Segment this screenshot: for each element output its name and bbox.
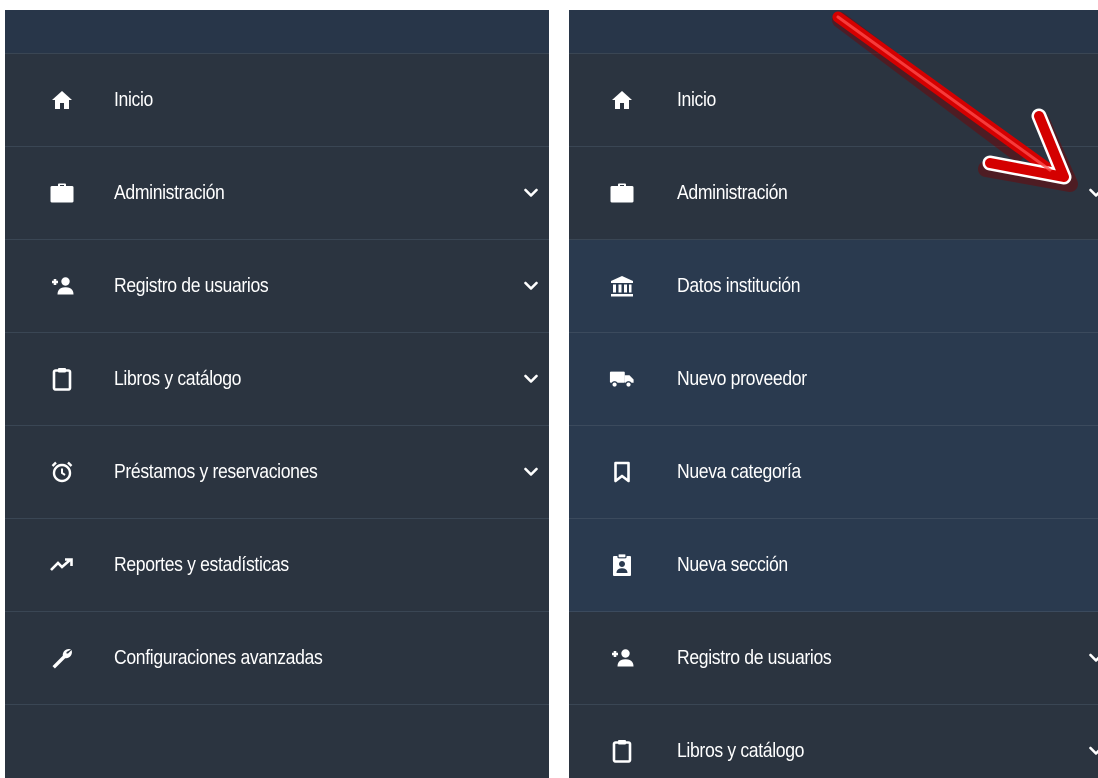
chevron-down-icon[interactable] bbox=[1088, 743, 1098, 759]
sidebar-item-reportes-estadisticas[interactable]: Reportes y estadísticas bbox=[5, 519, 549, 612]
chevron-down-icon[interactable] bbox=[523, 278, 539, 294]
clipboard-icon bbox=[49, 366, 75, 392]
sidebar-header bbox=[5, 10, 549, 54]
sidebar-item-label: Administración bbox=[114, 181, 225, 204]
submenu-item-label: Datos institución bbox=[677, 274, 801, 297]
add-user-icon bbox=[49, 273, 75, 299]
add-user-icon bbox=[609, 645, 635, 671]
sidebar-item-inicio[interactable]: Inicio bbox=[569, 54, 1098, 147]
sidebar-collapsed: Inicio Administración Registro de usuari… bbox=[5, 10, 549, 778]
truck-icon bbox=[609, 366, 635, 392]
submenu-item-nueva-seccion[interactable]: Nueva sección bbox=[569, 519, 1098, 612]
submenu-item-datos-institucion[interactable]: Datos institución bbox=[569, 240, 1098, 333]
alarm-clock-icon bbox=[49, 459, 75, 485]
trending-up-icon bbox=[49, 552, 75, 578]
sidebar-item-configuraciones-avanzadas[interactable]: Configuraciones avanzadas bbox=[5, 612, 549, 705]
submenu-item-nuevo-proveedor[interactable]: Nuevo proveedor bbox=[569, 333, 1098, 426]
sidebar-item-label: Configuraciones avanzadas bbox=[114, 646, 323, 669]
sidebar-item-registro-usuarios[interactable]: Registro de usuarios bbox=[5, 240, 549, 333]
sidebar-item-administracion[interactable]: Administración bbox=[5, 147, 549, 240]
bookmark-icon bbox=[609, 459, 635, 485]
sidebar-item-inicio[interactable]: Inicio bbox=[5, 54, 549, 147]
bank-icon bbox=[609, 273, 635, 299]
sidebar-item-label: Libros y catálogo bbox=[677, 739, 805, 762]
sidebar-item-label: Inicio bbox=[677, 88, 716, 111]
sidebar-item-label: Libros y catálogo bbox=[114, 367, 242, 390]
sidebar-item-label: Reportes y estadísticas bbox=[114, 553, 289, 576]
sidebar-item-label: Registro de usuarios bbox=[677, 646, 832, 669]
chevron-down-icon[interactable] bbox=[523, 185, 539, 201]
chevron-down-icon[interactable] bbox=[523, 371, 539, 387]
sidebar-item-label: Administración bbox=[677, 181, 788, 204]
sidebar-item-label: Inicio bbox=[114, 88, 153, 111]
sidebar-expanded: Inicio Administración Datos institución … bbox=[569, 10, 1098, 778]
submenu-item-label: Nueva categoría bbox=[677, 460, 801, 483]
sidebar-item-label: Préstamos y reservaciones bbox=[114, 460, 318, 483]
sidebar-item-libros-catalogo[interactable]: Libros y catálogo bbox=[569, 705, 1098, 778]
chevron-down-icon[interactable] bbox=[1088, 185, 1098, 201]
submenu-administracion: Datos institución Nuevo proveedor Nueva … bbox=[569, 240, 1098, 612]
wrench-icon bbox=[49, 645, 75, 671]
chevron-down-icon[interactable] bbox=[1088, 650, 1098, 666]
home-icon bbox=[49, 87, 75, 113]
sidebar-item-administracion[interactable]: Administración bbox=[569, 147, 1098, 240]
submenu-item-label: Nueva sección bbox=[677, 553, 788, 576]
sidebar-item-label: Registro de usuarios bbox=[114, 274, 269, 297]
sidebar-item-libros-catalogo[interactable]: Libros y catálogo bbox=[5, 333, 549, 426]
briefcase-icon bbox=[49, 180, 75, 206]
sidebar-header bbox=[569, 10, 1098, 54]
sidebar-item-prestamos-reservaciones[interactable]: Préstamos y reservaciones bbox=[5, 426, 549, 519]
submenu-item-label: Nuevo proveedor bbox=[677, 367, 807, 390]
badge-icon bbox=[609, 552, 635, 578]
briefcase-icon bbox=[609, 180, 635, 206]
sidebar-item-registro-usuarios[interactable]: Registro de usuarios bbox=[569, 612, 1098, 705]
home-icon bbox=[609, 87, 635, 113]
clipboard-icon bbox=[609, 738, 635, 764]
chevron-down-icon[interactable] bbox=[523, 464, 539, 480]
submenu-item-nueva-categoria[interactable]: Nueva categoría bbox=[569, 426, 1098, 519]
